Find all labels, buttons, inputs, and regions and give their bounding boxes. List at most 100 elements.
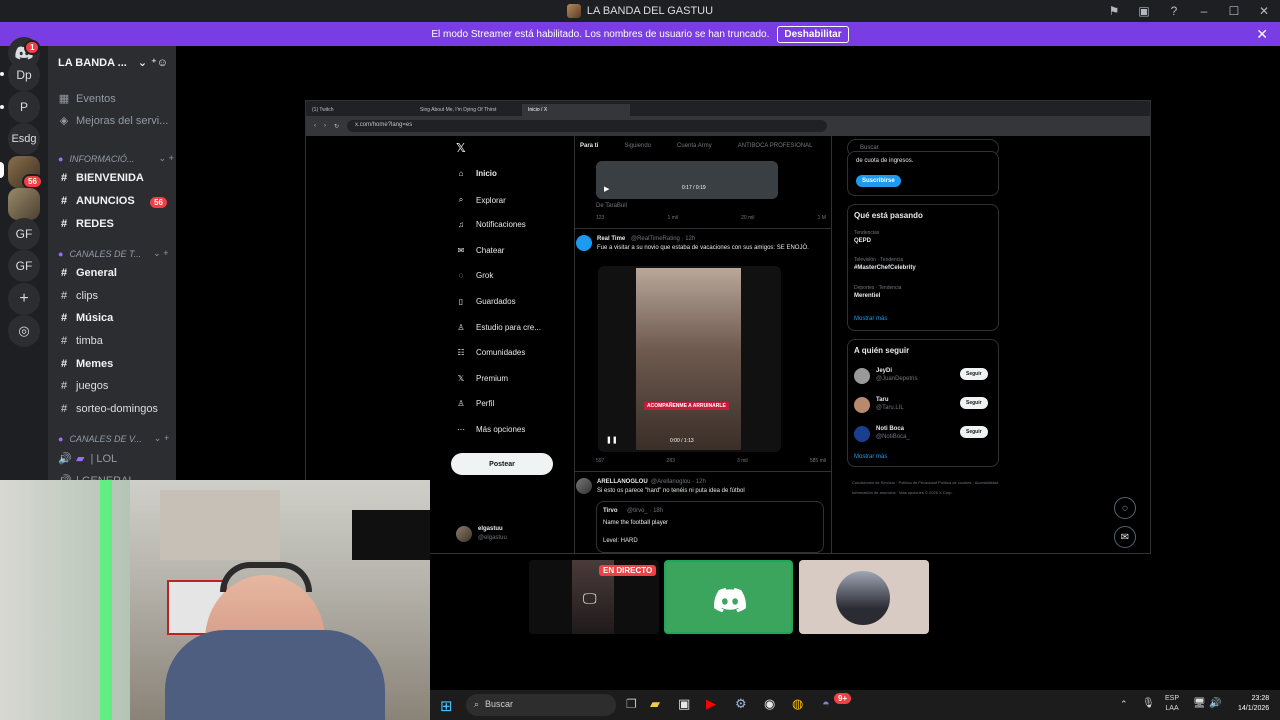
post1-video[interactable]: ▶ 0:17 / 0:19 (596, 161, 778, 199)
pause-icon[interactable]: ❚❚ (606, 436, 618, 444)
minimize-icon[interactable]: – (1196, 4, 1212, 18)
participant-tile-user[interactable] (799, 560, 929, 634)
server-gf-2[interactable]: GF (8, 250, 40, 282)
channel-bienvenida[interactable]: # BIENVENIDA (58, 172, 144, 184)
task-view-icon[interactable]: ❐ (626, 697, 637, 711)
inbox-icon[interactable]: ⚑ (1106, 4, 1122, 18)
discover-icon[interactable]: ◎ (8, 315, 40, 347)
x-nav-grok[interactable]: ◌ Grok (456, 271, 494, 280)
x-nav-premium[interactable]: 𝕏 Premium (456, 374, 508, 383)
repost-count[interactable]: 283 (667, 458, 675, 464)
feed-tab-antiboca[interactable]: ANTIBOCA PROFESIONAL (738, 143, 813, 149)
follow-name[interactable]: Taru (876, 397, 889, 403)
x-nav-comunidades[interactable]: ☷ Comunidades (456, 348, 525, 357)
grok-float-icon[interactable]: ◌ (1114, 497, 1136, 519)
realtime-avatar[interactable] (576, 235, 592, 251)
participant-tile-discord[interactable] (664, 560, 793, 634)
invite-icon[interactable]: ⁺☺ (151, 56, 168, 69)
follow-avatar[interactable] (854, 368, 870, 384)
post3-name[interactable]: ARELLANOGLOU (597, 479, 648, 485)
x-nav-inicio[interactable]: ⌂ Inicio (456, 169, 497, 178)
maximize-icon[interactable]: ☐ (1226, 4, 1242, 18)
server-esdg[interactable]: Esdg (8, 123, 40, 155)
channel-general[interactable]: # General (58, 267, 117, 279)
arellano-avatar[interactable] (576, 478, 592, 494)
channel-juegos[interactable]: # juegos (58, 380, 108, 392)
tray-chevron-icon[interactable]: ⌃ (1120, 699, 1128, 710)
account-avatar[interactable] (456, 526, 472, 542)
server-p[interactable]: P (8, 91, 40, 123)
x-nav-guardados[interactable]: ▯ Guardados (456, 297, 516, 306)
x-nav-notificaciones[interactable]: ♫ Notificaciones (456, 220, 526, 229)
screen-icon[interactable]: ▣ (1136, 4, 1152, 18)
discord-taskbar-icon[interactable]: ◓ (822, 696, 830, 711)
trends-more-link[interactable]: Mostrar más (854, 316, 887, 322)
server-gf-1[interactable]: GF (8, 218, 40, 250)
disable-streamer-button[interactable]: Deshabilitar (777, 25, 849, 43)
trend-item[interactable]: Merentiel (854, 293, 880, 299)
file-explorer-icon[interactable]: ▰ (650, 696, 660, 712)
like-count[interactable]: 3 mil (737, 458, 748, 464)
follow-button[interactable]: Seguir (960, 397, 988, 409)
follow-name[interactable]: Noti Boca (876, 426, 904, 432)
store-icon[interactable]: ▣ (678, 696, 690, 712)
trend-item[interactable]: QEPD (854, 238, 871, 244)
x-logo[interactable]: 𝕏 (456, 141, 466, 155)
x-nav-chatear[interactable]: ✉ Chatear (456, 246, 505, 255)
stream-preview-tile[interactable]: 🖵 EN DIRECTO (529, 560, 659, 634)
server-avatar-2[interactable] (8, 188, 40, 220)
channel-redes[interactable]: # REDES (58, 218, 114, 230)
post2-video[interactable]: ACOMPAÑENME A ARRUINARLE ❚❚ 0:00 / 1:13 (598, 266, 781, 452)
follow-name[interactable]: JeyDi (876, 368, 892, 374)
follow-avatar[interactable] (854, 426, 870, 442)
channel-sorteo-domingos[interactable]: # sorteo-domingos (58, 403, 158, 415)
network-icon[interactable]: 🖥 (1193, 698, 1206, 709)
app-icon[interactable]: ◉ (764, 696, 775, 712)
voice-channel-lol[interactable]: 🔊 ▰ | LOL (58, 452, 117, 466)
channel-memes[interactable]: # Memes (58, 358, 113, 370)
channel-musica[interactable]: # Música (58, 312, 113, 324)
trend-item[interactable]: #MasterChefCelebrity (854, 265, 916, 271)
follow-more-link[interactable]: Mostrar más (854, 454, 887, 460)
tab-x[interactable]: Inicio / X (522, 104, 630, 116)
windows-start-icon[interactable]: ⊞ (440, 697, 453, 715)
x-nav-mas-opciones[interactable]: ⋯ Más opciones (456, 425, 525, 434)
address-bar[interactable]: x.com/home?lang=es (347, 120, 828, 132)
feed-tab-siguiendo[interactable]: Siguiendo (624, 143, 651, 149)
channel-anuncios[interactable]: # ANUNCIOS (58, 195, 135, 207)
banner-close-icon[interactable]: ✕ (1256, 26, 1268, 43)
reload-icon[interactable]: ↻ (334, 123, 339, 130)
sidebar-item-events[interactable]: ▦ Eventos (58, 92, 116, 106)
post2-name[interactable]: Real Time (597, 236, 625, 242)
x-nav-perfil[interactable]: ♙ Perfil (456, 399, 494, 408)
sidebar-item-boosts[interactable]: ◈ Mejoras del servi... (58, 114, 169, 128)
help-icon[interactable]: ? (1166, 4, 1182, 18)
clock[interactable]: 23:28 14/1/2026 (1238, 694, 1269, 714)
taskbar-search[interactable]: ⌕ Buscar (466, 694, 616, 716)
tab-twitch[interactable]: (1) Twitch (306, 104, 414, 116)
language-indicator[interactable]: ESP LAA (1165, 694, 1179, 714)
feed-tab-army[interactable]: Cuenta Army (677, 143, 712, 149)
follow-button[interactable]: Seguir (960, 426, 988, 438)
repost-count[interactable]: 1 mil (667, 215, 678, 221)
category-text[interactable]: ● CANALES DE T... ⌄ + (58, 248, 168, 259)
close-icon[interactable]: ✕ (1256, 4, 1272, 18)
follow-avatar[interactable] (854, 397, 870, 413)
x-nav-estudio[interactable]: ♙ Estudio para cre... (456, 323, 541, 332)
view-count[interactable]: 585 mil (810, 458, 826, 464)
feed-tab-para-ti[interactable]: Para ti (580, 143, 598, 149)
view-count[interactable]: 1 M (818, 215, 826, 221)
category-voice[interactable]: ● CANALES DE V... ⌄ + (58, 433, 169, 444)
reply-count[interactable]: 123 (596, 215, 604, 221)
follow-button[interactable]: Seguir (960, 368, 988, 380)
play-icon[interactable]: ▶ (604, 185, 609, 193)
steam-icon[interactable]: ⚙ (735, 696, 747, 712)
server-name-header[interactable]: LA BANDA ... ⌄ ⁺☺ (58, 56, 178, 69)
subscribe-button[interactable]: Suscribirse (856, 175, 901, 187)
messages-float-icon[interactable]: ✉ (1114, 526, 1136, 548)
tab-youtube[interactable]: Sing About Me, I'm Dying Of Thirst (414, 104, 522, 116)
reply-count[interactable]: 597 (596, 458, 604, 464)
volume-icon[interactable]: 🔊 (1209, 698, 1221, 709)
channel-clips[interactable]: # clips (58, 290, 98, 302)
category-info[interactable]: ● INFORMACIÓ... ⌄ + (58, 153, 174, 164)
